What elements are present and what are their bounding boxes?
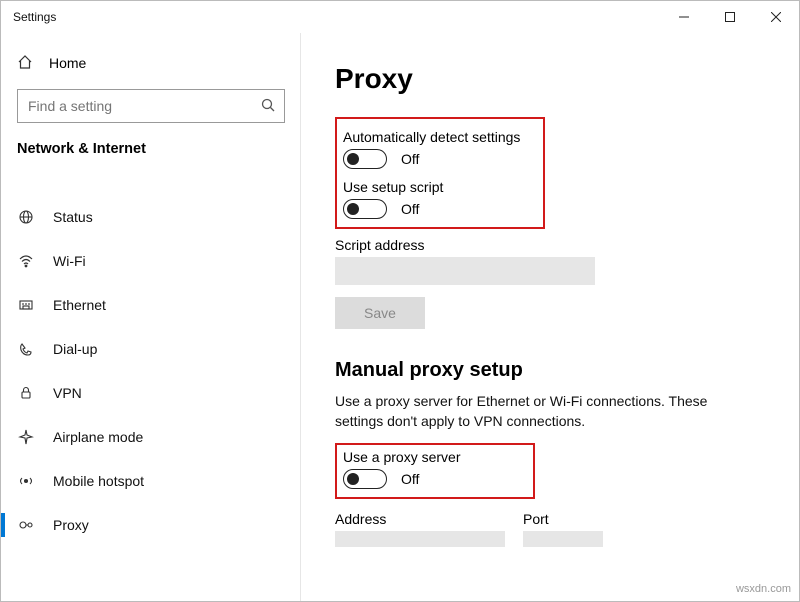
sidebar-item-status[interactable]: Status <box>1 195 301 239</box>
use-proxy-state: Off <box>401 471 419 487</box>
manual-description: Use a proxy server for Ethernet or Wi-Fi… <box>335 392 755 431</box>
auto-detect-state: Off <box>401 151 419 167</box>
sidebar-item-wifi[interactable]: Wi-Fi <box>1 239 301 283</box>
globe-icon <box>17 209 35 225</box>
category-heading: Network & Internet <box>1 131 301 171</box>
manual-heading: Manual proxy setup <box>335 359 769 382</box>
hotspot-icon <box>17 473 35 489</box>
sidebar-item-airplane[interactable]: Airplane mode <box>1 415 301 459</box>
minimize-button[interactable] <box>661 1 707 33</box>
wifi-icon <box>17 253 35 269</box>
titlebar: Settings <box>1 1 799 33</box>
sidebar-item-label: Dial-up <box>53 341 97 357</box>
vpn-icon <box>17 385 35 401</box>
highlight-box-manual: Use a proxy server Off <box>335 443 535 499</box>
dialup-icon <box>17 341 35 357</box>
sidebar-item-label: Ethernet <box>53 297 106 313</box>
maximize-button[interactable] <box>707 1 753 33</box>
search-field[interactable] <box>28 98 260 114</box>
ethernet-icon <box>17 297 35 313</box>
watermark: wsxdn.com <box>736 583 791 595</box>
port-label: Port <box>523 511 603 527</box>
script-address-input[interactable] <box>335 257 595 285</box>
home-label: Home <box>49 55 86 71</box>
use-proxy-toggle[interactable] <box>343 469 387 489</box>
window-title: Settings <box>13 10 56 24</box>
use-script-toggle[interactable] <box>343 199 387 219</box>
use-script-state: Off <box>401 201 419 217</box>
sidebar-item-proxy[interactable]: Proxy <box>1 503 301 547</box>
sidebar: Home Network & Internet Status <box>1 33 301 601</box>
close-button[interactable] <box>753 1 799 33</box>
search-icon <box>260 97 276 116</box>
sidebar-item-label: VPN <box>53 385 82 401</box>
sidebar-item-ethernet[interactable]: Ethernet <box>1 283 301 327</box>
port-input[interactable] <box>523 531 603 547</box>
sidebar-item-label: Mobile hotspot <box>53 473 144 489</box>
use-script-label: Use setup script <box>343 179 533 195</box>
proxy-icon <box>17 517 35 533</box>
nav-list: Status Wi-Fi Ethernet Dial-up <box>1 171 301 547</box>
content-pane: Proxy Automatically detect settings Off … <box>301 33 799 601</box>
save-label: Save <box>364 305 396 321</box>
sidebar-item-label: Airplane mode <box>53 429 143 445</box>
sidebar-item-dialup[interactable]: Dial-up <box>1 327 301 371</box>
home-icon <box>17 54 33 73</box>
highlight-box-auto: Automatically detect settings Off Use se… <box>335 117 545 229</box>
home-nav[interactable]: Home <box>1 43 301 83</box>
sidebar-item-label: Status <box>53 209 93 225</box>
address-label: Address <box>335 511 505 527</box>
auto-detect-label: Automatically detect settings <box>343 129 533 145</box>
page-title: Proxy <box>335 63 769 95</box>
sidebar-item-label: Proxy <box>53 517 89 533</box>
sidebar-item-hotspot[interactable]: Mobile hotspot <box>1 459 301 503</box>
sidebar-item-vpn[interactable]: VPN <box>1 371 301 415</box>
script-address-label: Script address <box>335 237 769 253</box>
address-input[interactable] <box>335 531 505 547</box>
auto-detect-toggle[interactable] <box>343 149 387 169</box>
save-button[interactable]: Save <box>335 297 425 329</box>
airplane-icon <box>17 429 35 445</box>
search-input[interactable] <box>17 89 285 123</box>
use-proxy-label: Use a proxy server <box>343 449 523 465</box>
sidebar-item-label: Wi-Fi <box>53 253 86 269</box>
